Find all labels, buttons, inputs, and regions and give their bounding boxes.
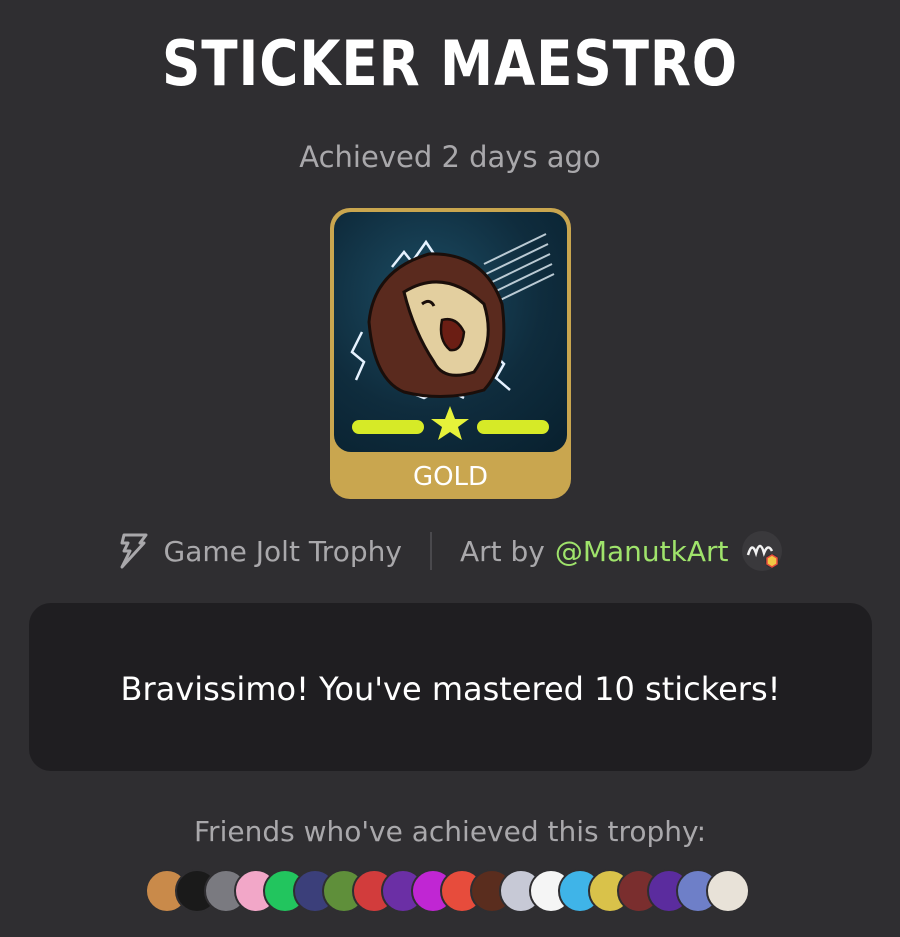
trophy-tier-label: GOLD: [412, 462, 489, 492]
trophy-source: Game Jolt Trophy: [118, 533, 402, 569]
trophy-title: STICKER MAESTRO: [162, 27, 738, 100]
trophy-meta-row: Game Jolt Trophy Art by @ManutkArt: [0, 527, 900, 575]
artist-credit: Art by @ManutkArt: [460, 531, 783, 571]
game-jolt-bolt-icon: [118, 533, 148, 569]
achieved-timestamp: Achieved 2 days ago: [299, 140, 601, 174]
trophy-card[interactable]: GOLD: [330, 208, 571, 499]
meta-divider: [429, 532, 432, 570]
friend-avatar[interactable]: [705, 869, 750, 913]
friends-label: Friends who've achieved this trophy:: [193, 815, 707, 848]
art-by-label: Art by: [459, 534, 545, 568]
artist-handle-link[interactable]: @ManutkArt: [555, 535, 729, 568]
trophy-page: STICKER MAESTRO Achieved 2 days ago GOLD…: [0, 0, 900, 937]
singing-character-icon: [350, 233, 555, 440]
trophy-description-box: Bravissimo! You've mastered 10 stickers!: [29, 603, 872, 771]
trophy-source-label: Game Jolt Trophy: [163, 534, 402, 568]
trophy-artwork: [334, 212, 567, 452]
friends-avatar-stack[interactable]: [145, 869, 757, 913]
trophy-description: Bravissimo! You've mastered 10 stickers!: [120, 670, 781, 708]
artist-avatar[interactable]: [742, 531, 783, 571]
